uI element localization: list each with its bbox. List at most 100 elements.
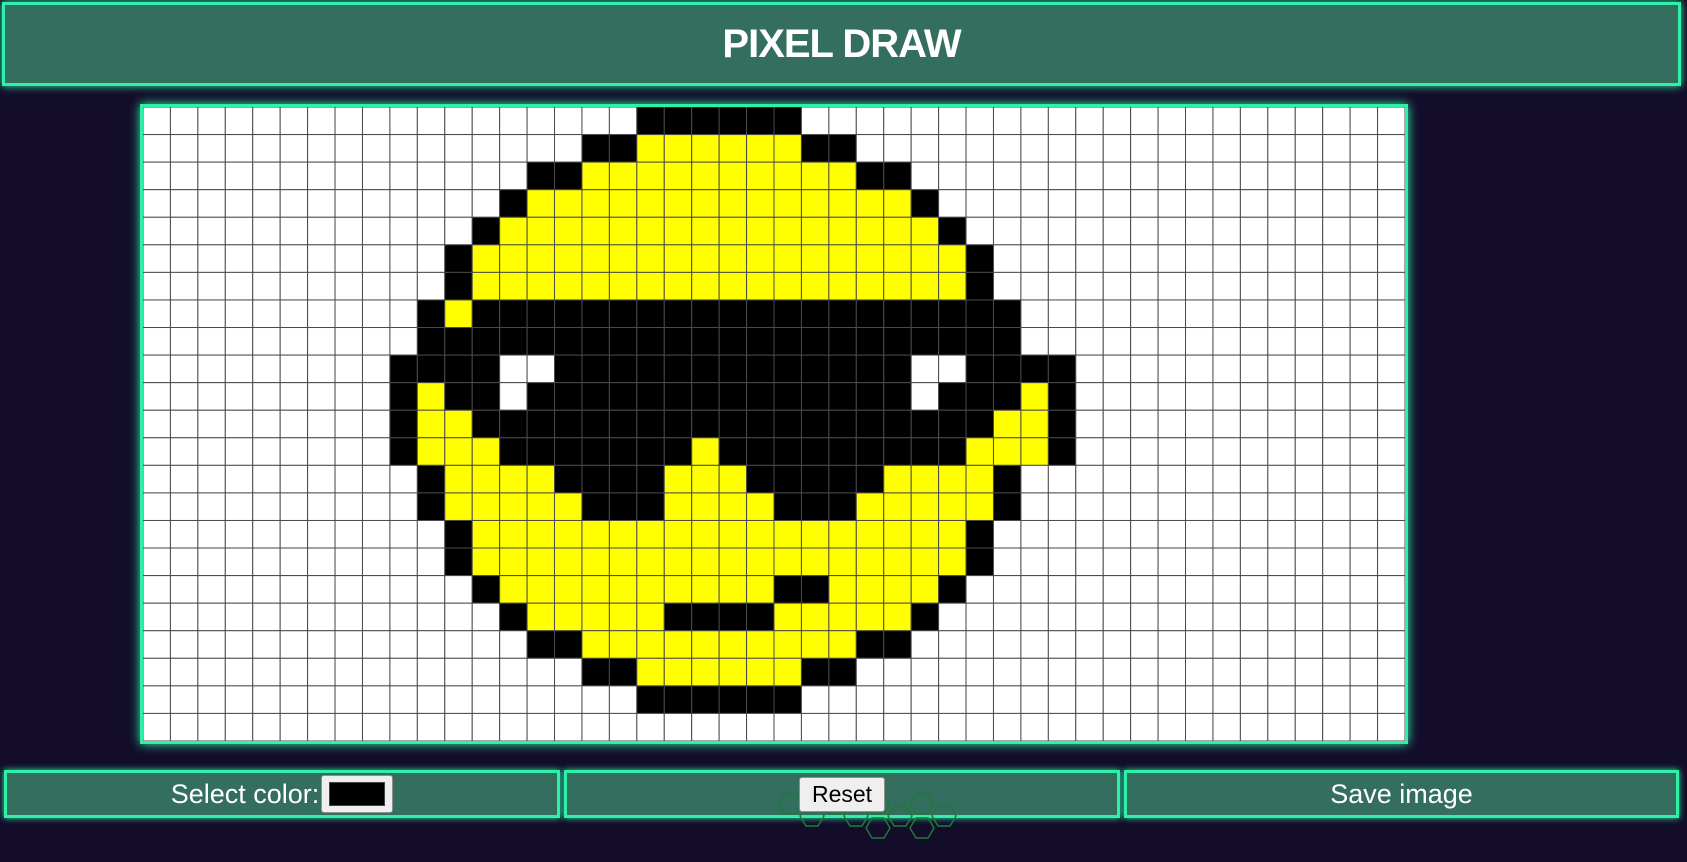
pixel-cell[interactable]: [1020, 107, 1049, 136]
pixel-cell[interactable]: [279, 575, 309, 604]
pixel-cell[interactable]: [279, 437, 309, 466]
pixel-cell[interactable]: [252, 409, 281, 439]
pixel-cell[interactable]: [1075, 492, 1104, 521]
pixel-cell[interactable]: [938, 712, 967, 741]
pixel-cell[interactable]: [1102, 657, 1132, 687]
pixel-cell[interactable]: [718, 630, 748, 659]
pixel-cell[interactable]: [1239, 244, 1269, 273]
pixel-cell[interactable]: [1075, 657, 1104, 687]
pixel-cell[interactable]: [197, 685, 226, 714]
pixel-cell[interactable]: [169, 134, 199, 163]
pixel-cell[interactable]: [1102, 189, 1132, 218]
pixel-cell[interactable]: [197, 712, 226, 741]
pixel-cell[interactable]: [965, 602, 994, 632]
pixel-cell[interactable]: [1020, 547, 1049, 577]
pixel-cell[interactable]: [636, 216, 665, 246]
pixel-cell[interactable]: [1294, 492, 1324, 521]
pixel-cell[interactable]: [1185, 575, 1214, 604]
pixel-cell[interactable]: [1157, 409, 1187, 439]
pixel-cell[interactable]: [1020, 409, 1049, 439]
pixel-cell[interactable]: [910, 134, 940, 163]
pixel-cell[interactable]: [800, 630, 830, 659]
pixel-cell[interactable]: [143, 602, 171, 632]
pixel-cell[interactable]: [1294, 547, 1324, 577]
pixel-cell[interactable]: [773, 134, 802, 163]
pixel-cell[interactable]: [471, 327, 501, 356]
pixel-cell[interactable]: [992, 492, 1022, 521]
pixel-cell[interactable]: [636, 134, 665, 163]
pixel-cell[interactable]: [554, 327, 583, 356]
pixel-cell[interactable]: [746, 602, 775, 632]
pixel-cell[interactable]: [526, 657, 556, 687]
pixel-cell[interactable]: [389, 519, 418, 549]
pixel-cell[interactable]: [883, 299, 912, 329]
pixel-cell[interactable]: [1377, 244, 1405, 273]
pixel-cell[interactable]: [718, 519, 748, 549]
pixel-cell[interactable]: [773, 602, 802, 632]
pixel-cell[interactable]: [1212, 354, 1241, 384]
pixel-cell[interactable]: [1267, 492, 1296, 521]
pixel-cell[interactable]: [1349, 464, 1379, 494]
pixel-cell[interactable]: [1130, 685, 1159, 714]
pixel-cell[interactable]: [1212, 437, 1241, 466]
pixel-cell[interactable]: [1102, 382, 1132, 411]
pixel-cell[interactable]: [1102, 299, 1132, 329]
pixel-cell[interactable]: [992, 712, 1022, 741]
pixel-cell[interactable]: [1239, 630, 1269, 659]
pixel-cell[interactable]: [636, 547, 665, 577]
pixel-cell[interactable]: [938, 161, 967, 191]
pixel-cell[interactable]: [608, 685, 638, 714]
pixel-cell[interactable]: [883, 161, 912, 191]
pixel-cell[interactable]: [746, 712, 775, 741]
pixel-cell[interactable]: [444, 602, 473, 632]
pixel-cell[interactable]: [1322, 464, 1351, 494]
pixel-cell[interactable]: [1047, 712, 1077, 741]
pixel-cell[interactable]: [169, 437, 199, 466]
pixel-cell[interactable]: [1185, 437, 1214, 466]
pixel-cell[interactable]: [169, 299, 199, 329]
pixel-cell[interactable]: [581, 630, 610, 659]
pixel-cell[interactable]: [746, 519, 775, 549]
pixel-cell[interactable]: [554, 630, 583, 659]
pixel-cell[interactable]: [691, 161, 720, 191]
pixel-cell[interactable]: [224, 271, 254, 301]
pixel-cell[interactable]: [471, 161, 501, 191]
pixel-cell[interactable]: [1130, 519, 1159, 549]
pixel-cell[interactable]: [389, 492, 418, 521]
pixel-cell[interactable]: [416, 547, 446, 577]
pixel-cell[interactable]: [279, 107, 309, 136]
pixel-cell[interactable]: [1075, 437, 1104, 466]
pixel-cell[interactable]: [663, 547, 693, 577]
pixel-cell[interactable]: [636, 492, 665, 521]
pixel-cell[interactable]: [828, 437, 857, 466]
pixel-cell[interactable]: [1102, 354, 1132, 384]
pixel-cell[interactable]: [1075, 189, 1104, 218]
pixel-cell[interactable]: [499, 216, 528, 246]
pixel-cell[interactable]: [1294, 519, 1324, 549]
pixel-cell[interactable]: [581, 244, 610, 273]
pixel-cell[interactable]: [1349, 547, 1379, 577]
pixel-cell[interactable]: [499, 354, 528, 384]
pixel-cell[interactable]: [526, 492, 556, 521]
pixel-cell[interactable]: [526, 712, 556, 741]
pixel-cell[interactable]: [1020, 519, 1049, 549]
pixel-cell[interactable]: [279, 685, 309, 714]
pixel-cell[interactable]: [800, 189, 830, 218]
pixel-cell[interactable]: [1157, 244, 1187, 273]
pixel-cell[interactable]: [334, 299, 363, 329]
pixel-cell[interactable]: [581, 519, 610, 549]
pixel-cell[interactable]: [800, 464, 830, 494]
pixel-cell[interactable]: [938, 409, 967, 439]
pixel-cell[interactable]: [197, 216, 226, 246]
pixel-cell[interactable]: [691, 134, 720, 163]
pixel-cell[interactable]: [143, 107, 171, 136]
pixel-cell[interactable]: [828, 134, 857, 163]
pixel-cell[interactable]: [1185, 161, 1214, 191]
pixel-cell[interactable]: [636, 464, 665, 494]
pixel-cell[interactable]: [279, 547, 309, 577]
pixel-cell[interactable]: [1157, 134, 1187, 163]
pixel-cell[interactable]: [307, 244, 336, 273]
pixel-cell[interactable]: [1157, 630, 1187, 659]
pixel-cell[interactable]: [361, 547, 391, 577]
pixel-cell[interactable]: [828, 685, 857, 714]
